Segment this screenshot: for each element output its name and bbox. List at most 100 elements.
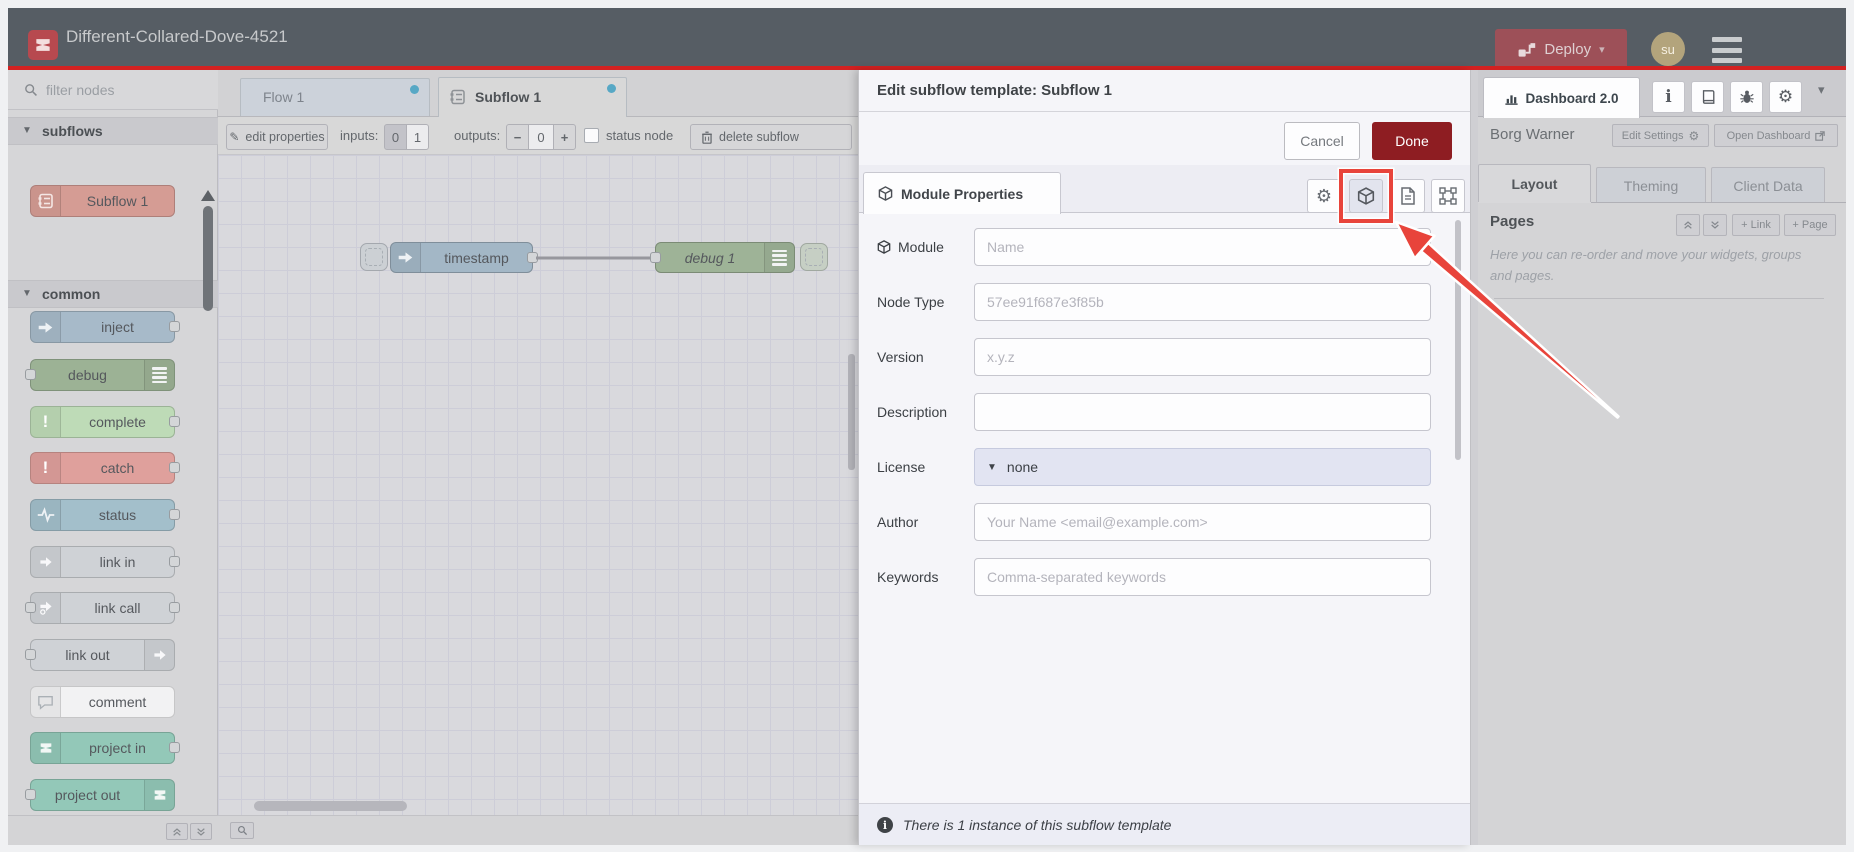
palette-search[interactable]: filter nodes [8, 70, 218, 110]
sidebar-resize-handle[interactable] [1470, 70, 1478, 845]
palette-node-comment[interactable]: comment [30, 686, 175, 718]
canvas-node-timestamp[interactable]: timestamp [390, 242, 538, 273]
node-input-port[interactable] [650, 252, 661, 263]
license-dropdown[interactable]: ▼ none [974, 448, 1431, 486]
dashboard-info-row: Borg Warner Edit Settings ⚙ Open Dashboa… [1478, 117, 1846, 152]
deploy-caret-icon[interactable]: ▾ [1599, 43, 1605, 56]
edit-properties-button[interactable]: ✎ edit properties [226, 124, 328, 150]
dialog-title: Edit subflow template: Subflow 1 [877, 82, 1113, 99]
add-page-button[interactable]: + Page [1784, 214, 1836, 236]
delete-subflow-button[interactable]: delete subflow [690, 124, 852, 150]
main-menu-button[interactable] [1712, 35, 1742, 65]
palette-scroll-up-icon[interactable] [201, 190, 215, 201]
palette-node-debug[interactable]: debug [25, 359, 175, 391]
author-input[interactable] [974, 503, 1431, 541]
palette-node-link-in[interactable]: link in [30, 546, 180, 578]
add-link-button[interactable]: + Link [1732, 214, 1780, 236]
edit-settings-button[interactable]: Edit Settings ⚙ [1612, 124, 1709, 147]
node-settings-button[interactable]: ⚙ [1307, 179, 1341, 213]
debug-toggle-stub-node[interactable] [800, 243, 828, 271]
version-input[interactable] [974, 338, 1431, 376]
palette-node-catch[interactable]: ! catch [30, 452, 180, 484]
palette-node-link-out[interactable]: link out [25, 639, 175, 671]
inputs-option-0[interactable]: 0 [384, 124, 407, 150]
canvas-horizontal-scrollbar[interactable] [254, 801, 407, 811]
search-icon [25, 84, 37, 96]
project-out-icon [144, 780, 174, 810]
palette-node-inject[interactable]: inject [30, 311, 180, 343]
outputs-decrease-button[interactable]: − [506, 124, 529, 150]
help-tab-button[interactable] [1691, 81, 1724, 113]
config-nodes-tab-button[interactable]: ⚙ [1769, 81, 1802, 113]
node-output-port [169, 556, 180, 567]
palette-collapse-all-button[interactable] [166, 823, 188, 840]
done-button[interactable]: Done [1372, 122, 1452, 160]
info-tab-button[interactable]: i [1652, 81, 1685, 113]
appearance-button[interactable] [1431, 179, 1465, 213]
dialog-footer: i There is 1 instance of this subflow te… [859, 803, 1471, 845]
info-icon: i [1665, 87, 1672, 107]
project-in-icon [31, 733, 61, 763]
node-type-input[interactable] [974, 283, 1431, 321]
palette-node-project-in[interactable]: project in [30, 732, 180, 764]
active-tab-cover [1478, 202, 1591, 203]
dashboard-instance-name: Borg Warner [1490, 126, 1575, 143]
node-red-logo-icon [28, 30, 58, 60]
palette-expand-all-button[interactable] [190, 823, 212, 840]
subflow-icon [450, 89, 465, 105]
tab-subflow-1[interactable]: Subflow 1 [438, 77, 627, 117]
keywords-input[interactable] [974, 558, 1431, 596]
outputs-label: outputs: [454, 128, 501, 143]
dialog-scrollbar[interactable] [1455, 220, 1461, 460]
palette-category-subflows[interactable]: ▼ subflows [8, 117, 218, 145]
debug-tab-button[interactable] [1730, 81, 1763, 113]
external-link-icon [1815, 130, 1826, 141]
palette-node-link-call[interactable]: link call [25, 592, 180, 624]
canvas-vertical-scrollbar[interactable] [848, 354, 855, 470]
description-button[interactable] [1391, 179, 1425, 213]
chevron-down-icon: ▼ [22, 288, 32, 299]
sidebar-menu-caret-icon[interactable]: ▾ [1818, 82, 1825, 98]
tab-layout[interactable]: Layout [1478, 164, 1591, 203]
tab-dashboard-2[interactable]: Dashboard 2.0 [1483, 77, 1640, 118]
cube-icon [1357, 187, 1375, 205]
outputs-count: 0 [528, 124, 554, 150]
palette-node-complete[interactable]: ! complete [30, 406, 180, 438]
palette-footer [8, 815, 218, 845]
user-avatar[interactable]: su [1651, 32, 1685, 66]
field-label-version: Version [877, 349, 924, 365]
cancel-button[interactable]: Cancel [1284, 122, 1360, 160]
tab-flow-1[interactable]: Flow 1 [240, 78, 430, 116]
inputs-option-1[interactable]: 1 [406, 124, 429, 150]
cube-icon [878, 186, 893, 201]
canvas-node-debug-1[interactable]: debug 1 [650, 242, 795, 273]
deploy-button[interactable]: Deploy ▾ [1495, 29, 1627, 70]
status-pulse-icon [31, 500, 61, 530]
chevron-down-icon: ▼ [22, 125, 32, 136]
subflow-input-stub-node[interactable] [360, 243, 388, 271]
flow-canvas[interactable]: timestamp debug 1 [218, 155, 858, 815]
tab-theming[interactable]: Theming [1596, 167, 1706, 203]
pages-collapse-button[interactable] [1676, 214, 1700, 236]
tab-module-properties[interactable]: Module Properties [863, 172, 1061, 214]
field-label-description: Description [877, 404, 948, 420]
pages-expand-button[interactable] [1703, 214, 1727, 236]
flow-modified-dot [410, 85, 419, 94]
module-properties-button[interactable] [1349, 179, 1383, 213]
pages-divider [1494, 298, 1824, 299]
node-input-port [25, 602, 36, 613]
open-dashboard-button[interactable]: Open Dashboard [1714, 124, 1838, 147]
canvas-search-button[interactable] [230, 822, 254, 839]
palette-scrollbar[interactable] [203, 206, 213, 311]
tab-client-data[interactable]: Client Data [1711, 167, 1825, 203]
description-input[interactable] [974, 393, 1431, 431]
palette-node-subflow-1[interactable]: Subflow 1 [30, 185, 175, 217]
palette-node-status[interactable]: status [30, 499, 180, 531]
inject-icon [391, 243, 421, 272]
status-node-checkbox[interactable] [584, 128, 599, 143]
outputs-increase-button[interactable]: + [553, 124, 576, 150]
palette-node-project-out[interactable]: project out [25, 779, 175, 811]
flow-tab-bar: Flow 1 Subflow 1 [218, 70, 858, 117]
palette-category-common[interactable]: ▼ common [8, 280, 218, 308]
module-input[interactable] [974, 228, 1431, 266]
